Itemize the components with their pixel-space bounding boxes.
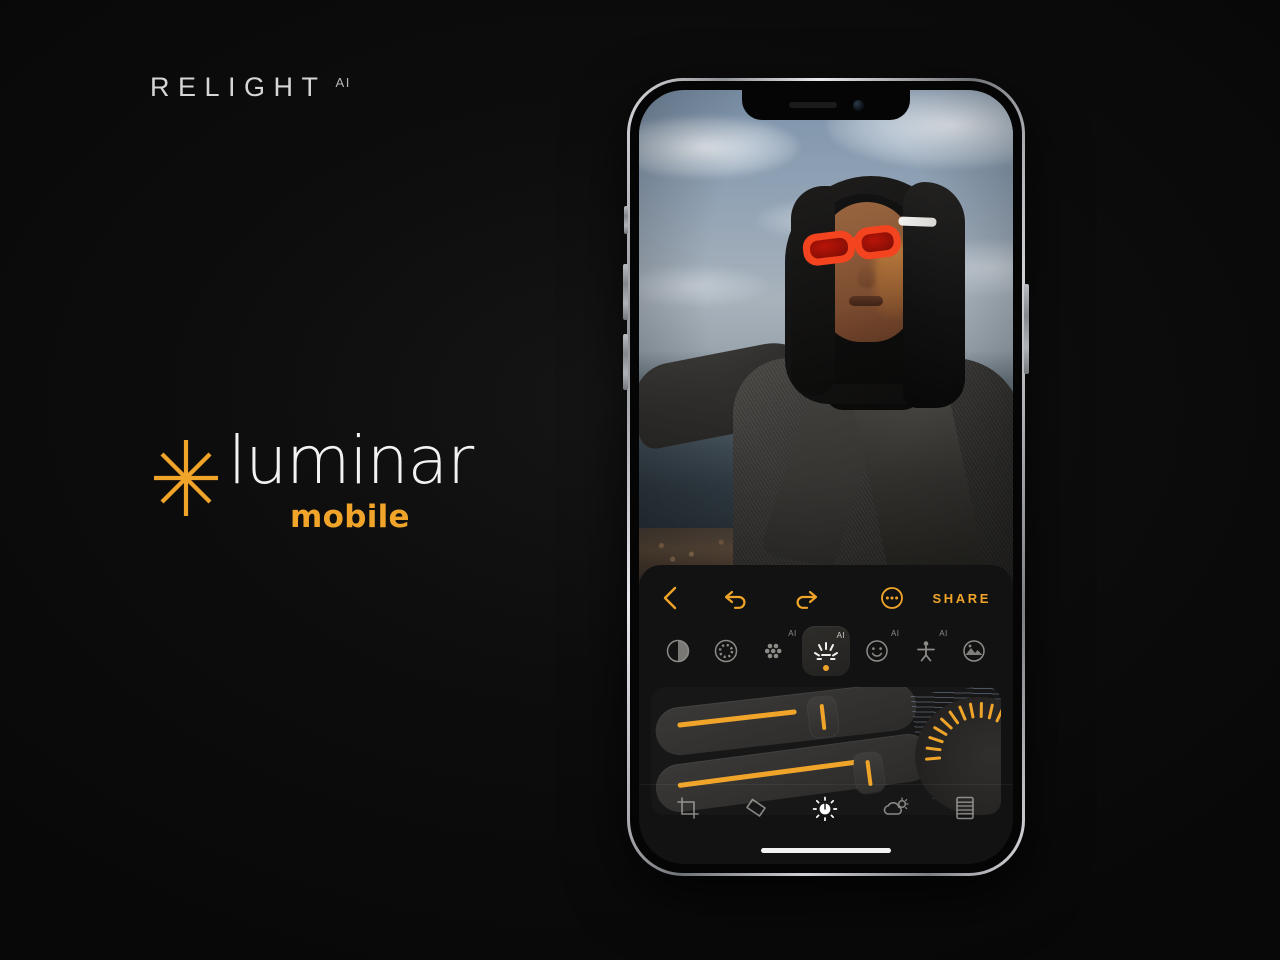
tool-relight[interactable]: AI bbox=[801, 626, 850, 676]
tool-face[interactable]: AI bbox=[856, 627, 900, 675]
slider-upper-handle[interactable] bbox=[806, 695, 840, 739]
relight-wordmark: RELIGHT bbox=[150, 72, 327, 102]
tab-light[interactable] bbox=[812, 795, 838, 821]
tab-crop[interactable] bbox=[676, 796, 700, 820]
luminar-wordmark: luminar bbox=[228, 422, 474, 499]
photo-canvas[interactable] bbox=[639, 90, 1013, 590]
phone-screen: SHARE AI AI AI AI bbox=[639, 90, 1013, 864]
ai-badge: AI bbox=[890, 629, 900, 638]
mobile-subtitle: mobile bbox=[290, 498, 410, 535]
crop-icon bbox=[677, 796, 700, 819]
silent-switch-button[interactable] bbox=[624, 206, 628, 234]
sun-light-icon bbox=[812, 796, 838, 821]
eraser-icon bbox=[746, 798, 766, 817]
mountain-circle-icon bbox=[963, 640, 985, 662]
phone-mockup: SHARE AI AI AI AI bbox=[623, 78, 1029, 876]
earpiece-speaker-icon bbox=[788, 102, 837, 108]
smiley-face-circle-icon bbox=[866, 640, 889, 662]
device-notch bbox=[742, 90, 910, 120]
front-camera-icon bbox=[852, 99, 864, 111]
tool-landscape[interactable] bbox=[953, 627, 995, 675]
asterisk-star-icon bbox=[148, 430, 224, 526]
editor-top-toolbar: SHARE bbox=[639, 577, 1013, 619]
tab-erase[interactable] bbox=[743, 796, 769, 820]
cloud-sun-icon bbox=[883, 797, 909, 815]
subject-person bbox=[639, 90, 1013, 590]
tool-structure[interactable] bbox=[705, 627, 747, 675]
contrast-half-circle-icon bbox=[666, 639, 690, 663]
more-dots-circle-icon[interactable] bbox=[880, 586, 904, 610]
editor-bottom-tabbar bbox=[639, 784, 1013, 830]
volume-up-button[interactable] bbox=[623, 264, 628, 320]
tab-film[interactable] bbox=[954, 795, 976, 821]
relight-ai-logo: RELIGHT AI bbox=[150, 74, 351, 101]
film-strip-icon bbox=[955, 796, 974, 819]
relight-rays-icon bbox=[813, 642, 838, 660]
editor-panel: SHARE AI AI AI AI bbox=[639, 565, 1013, 864]
ai-badge: AI bbox=[788, 629, 797, 638]
chevron-left-icon[interactable] bbox=[661, 585, 679, 611]
undo-arrow-icon[interactable] bbox=[723, 586, 749, 610]
home-indicator-bar[interactable] bbox=[761, 848, 891, 853]
luminar-mobile-logo: luminar mobile bbox=[148, 422, 474, 535]
tool-body[interactable]: AI bbox=[905, 627, 947, 675]
share-button[interactable]: SHARE bbox=[932, 591, 991, 606]
phone-body: SHARE AI AI AI AI bbox=[630, 81, 1022, 873]
selected-indicator-dot bbox=[822, 665, 829, 671]
tab-sky[interactable] bbox=[881, 796, 911, 820]
relight-ai-superscript: AI bbox=[335, 75, 352, 90]
ai-badge: AI bbox=[836, 631, 845, 640]
dotted-ring-circle-icon bbox=[715, 639, 738, 663]
seven-dots-grain-icon bbox=[764, 643, 782, 659]
tool-contrast[interactable] bbox=[657, 627, 699, 675]
phone-frame: SHARE AI AI AI AI bbox=[623, 78, 1029, 876]
volume-down-button[interactable] bbox=[623, 334, 628, 390]
canvas-background: RELIGHT AI luminar mobile SHARE AI AI AI… bbox=[0, 0, 1280, 960]
ai-badge: AI bbox=[939, 629, 948, 638]
adjustment-tools-row: AI AI AI AI bbox=[639, 622, 1013, 680]
tool-grain[interactable]: AI bbox=[754, 627, 796, 675]
power-button[interactable] bbox=[1024, 284, 1029, 374]
redo-arrow-icon[interactable] bbox=[793, 586, 819, 610]
person-body-icon bbox=[916, 641, 935, 662]
